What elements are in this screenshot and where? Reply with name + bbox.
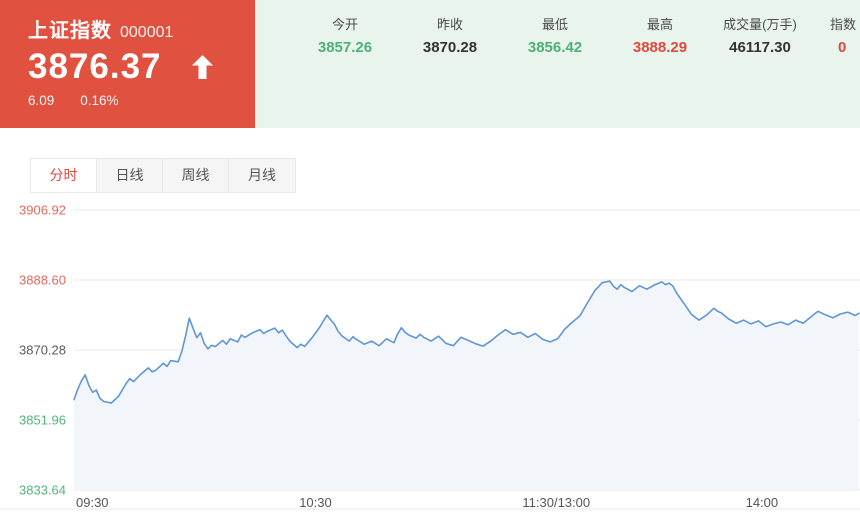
stat-value: 3870.28 [422, 39, 478, 56]
y-axis-label: 3833.64 [19, 483, 66, 498]
stat-label: 昨收 [436, 17, 463, 32]
index-change-row: 6.09 0.16% [28, 93, 255, 108]
x-axis-label: 09:30 [76, 495, 109, 510]
stat-label: 最高 [646, 17, 673, 32]
tab-minute[interactable]: 分时 [31, 159, 97, 192]
stat-label: 今开 [331, 17, 358, 32]
stat-label: 最低 [541, 17, 568, 32]
tab-monthly[interactable]: 月线 [229, 159, 295, 192]
stat-prev-close: 昨收 3870.28 [398, 16, 502, 56]
price-area-fill [74, 281, 859, 490]
intraday-chart[interactable]: 3906.92 3888.60 3870.28 3851.96 3833.64 09:30… [0, 195, 860, 520]
stat-open: 今开 3857.26 [293, 16, 397, 56]
y-axis-label: 3851.96 [19, 413, 66, 428]
stat-value: 3857.26 [317, 39, 373, 56]
tab-daily[interactable]: 日线 [97, 159, 163, 192]
stat-label: 指数 [830, 17, 857, 32]
stats-row: 今开 3857.26 昨收 3870.28 最低 3856.42 最高 3888… [0, 16, 860, 76]
quote-header: 上证指数 000001 3876.37 6.09 0.16% 今开 3857.2… [0, 0, 860, 128]
stat-label: 成交量(万手) [723, 17, 797, 32]
x-axis-label: 10:30 [299, 495, 332, 510]
intraday-chart-svg[interactable]: 3906.92 3888.60 3870.28 3851.96 3833.64 09:30… [0, 195, 860, 520]
stat-low: 最低 3856.42 [503, 16, 607, 56]
index-change-percent: 0.16% [80, 92, 119, 108]
stat-value: 46117.30 [729, 39, 791, 56]
y-axis-label: 3870.28 [19, 343, 66, 358]
y-axis-label: 3888.60 [19, 273, 66, 288]
stat-value: 0 [838, 39, 847, 56]
stat-volume: 成交量(万手) 46117.30 [697, 16, 823, 56]
stock-quote-page: 上证指数 000001 3876.37 6.09 0.16% 今开 3857.2… [0, 0, 860, 520]
x-axis-label: 11:30/13:00 [522, 495, 590, 510]
stat-value: 3856.42 [527, 39, 583, 56]
period-tabs: 分时 日线 周线 月线 [30, 158, 296, 193]
tab-weekly[interactable]: 周线 [163, 159, 229, 192]
index-change: 6.09 [28, 92, 55, 108]
stat-clipped-column: 指数 0 [830, 16, 860, 56]
x-axis-label: 14:00 [746, 495, 779, 510]
y-axis-label: 3906.92 [19, 203, 66, 218]
